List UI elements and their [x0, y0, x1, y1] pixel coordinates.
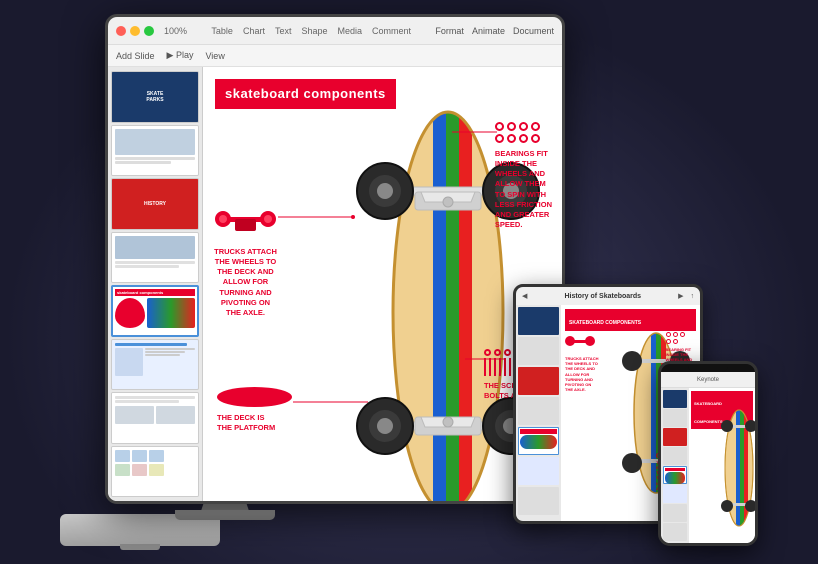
slide-title-box: skateboard components [215, 79, 396, 109]
iphone-content: skateboard components [661, 388, 755, 543]
iphone-slide-6[interactable] [663, 485, 687, 503]
main-slide-area[interactable]: skateboard components [203, 67, 562, 501]
document-button[interactable]: Document [513, 26, 554, 36]
bearings-annotation: BEARINGS FITINSIDE THEWHEELS ANDALLOW TH… [495, 122, 552, 230]
truck-connector-line [278, 207, 358, 227]
iphone-slide-1[interactable] [663, 390, 687, 408]
bearings-annotation-text: BEARINGS FITINSIDE THEWHEELS ANDALLOW TH… [495, 149, 552, 230]
comment-menu[interactable]: Comment [372, 26, 411, 36]
slide-thumb-4[interactable] [111, 232, 199, 284]
animate-button[interactable]: Animate [472, 26, 505, 36]
monitor-content: SKATEPARKS HISTORY [108, 67, 562, 501]
ipad-title: History of Skateboards [564, 293, 641, 300]
table-menu[interactable]: Table [211, 26, 233, 36]
deck-annotation: THE DECK ISTHE PLATFORM [217, 387, 292, 433]
iphone-slide-8[interactable] [663, 523, 687, 541]
truck-icon-area: TRUCKS ATTACHTHE WHEELS TOTHE DECK ANDAL… [213, 197, 278, 318]
iphone-toolbar: Keynote [661, 372, 755, 388]
ipad-trucks-annotation: TRUCKS ATTACHTHE WHEELS TOTHE DECK ANDAL… [565, 333, 598, 392]
ipad-slide-thumb-4[interactable] [518, 397, 559, 425]
deck-annotation-text: THE DECK ISTHE PLATFORM [217, 413, 292, 433]
monitor: 100% Table Chart Text Shape Media Commen… [105, 14, 565, 504]
iphone-sidebar [661, 388, 689, 543]
slides-sidebar: SKATEPARKS HISTORY [108, 67, 203, 501]
ipad-toolbar: ◀ History of Skateboards ▶ ↑ [516, 287, 700, 305]
slide-thumb-7[interactable] [111, 392, 199, 444]
ipad-trucks-text: TRUCKS ATTACHTHE WHEELS TOTHE DECK ANDAL… [565, 356, 598, 392]
maximize-button[interactable] [144, 26, 154, 36]
screws-connector [465, 354, 510, 364]
deck-connector [293, 397, 373, 417]
chart-menu[interactable]: Chart [243, 26, 265, 36]
monitor-toolbar: 100% Table Chart Text Shape Media Commen… [108, 17, 562, 45]
add-slide-button[interactable]: Add Slide [116, 51, 155, 61]
ipad-slide-thumb-3[interactable] [518, 367, 559, 395]
trucks-annotation-text: TRUCKS ATTACHTHE WHEELS TOTHE DECK ANDAL… [213, 247, 278, 318]
mac-mini-port [120, 544, 160, 550]
shape-menu[interactable]: Shape [301, 26, 327, 36]
zoom-label: 100% [164, 26, 187, 36]
iphone-slide-5[interactable] [663, 466, 687, 484]
text-menu[interactable]: Text [275, 26, 292, 36]
slide-thumb-1[interactable]: SKATEPARKS [111, 71, 199, 123]
format-button[interactable]: Format [435, 26, 464, 36]
ipad-play-icon[interactable]: ▶ [678, 292, 683, 300]
ipad-slide-thumb-1[interactable] [518, 307, 559, 335]
monitor-base [175, 510, 275, 520]
slide-title-text: skateboard components [225, 86, 386, 101]
iphone-screen: Keynote [661, 372, 755, 543]
slide-thumb-3[interactable]: HISTORY [111, 178, 199, 230]
toolbar-icons: Table Chart Text Shape Media Comment [211, 26, 411, 36]
ipad-slide-thumb-5[interactable] [518, 427, 559, 455]
minimize-button[interactable] [130, 26, 140, 36]
monitor-subtoolbar: Add Slide ▶ Play View [108, 45, 562, 67]
iphone-notch [688, 364, 728, 372]
ipad-slide-thumb-2[interactable] [518, 337, 559, 365]
close-button[interactable] [116, 26, 126, 36]
iphone-slide-7[interactable] [663, 504, 687, 522]
iphone-skateboard-svg [719, 403, 755, 533]
ipad-slide-thumb-7[interactable] [518, 487, 559, 515]
media-menu[interactable]: Media [338, 26, 363, 36]
iphone-slide-2[interactable] [663, 409, 687, 427]
bearings-connector [452, 127, 502, 137]
ipad-slide-thumb-6[interactable] [518, 457, 559, 485]
slide-thumb-2[interactable] [111, 125, 199, 177]
iphone-app-title: Keynote [697, 377, 719, 383]
view-menu[interactable]: View [205, 51, 224, 61]
iphone-device: Keynote [658, 361, 758, 546]
ipad-back-icon[interactable]: ◀ [522, 292, 527, 300]
ipad-sidebar [516, 305, 561, 521]
truck-icon-svg [213, 197, 278, 242]
slide-thumb-6[interactable] [111, 339, 199, 391]
slide-thumb-5[interactable]: skateboard components [111, 285, 199, 337]
slide-thumb-8[interactable] [111, 446, 199, 498]
iphone-slide-3[interactable] [663, 428, 687, 446]
play-button[interactable]: ▶ Play [167, 50, 194, 61]
ipad-share-icon[interactable]: ↑ [691, 293, 695, 300]
iphone-main-slide: skateboard components [689, 388, 755, 543]
iphone-slide-4[interactable] [663, 447, 687, 465]
